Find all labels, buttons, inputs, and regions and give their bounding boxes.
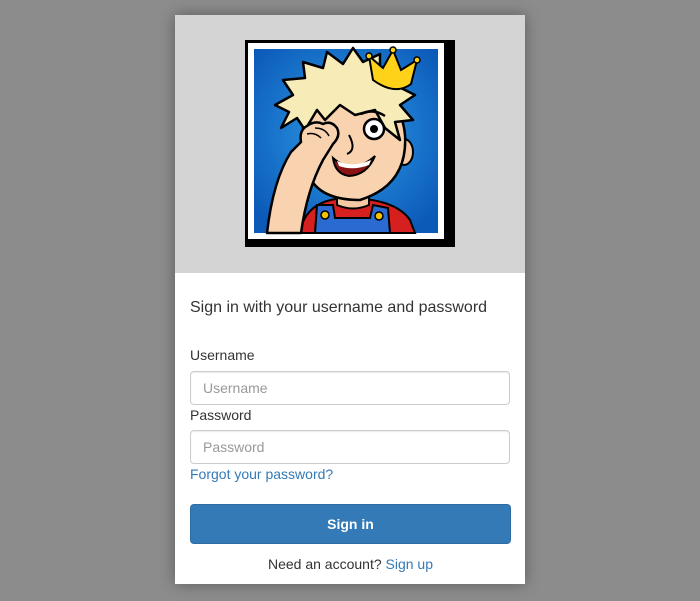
forgot-password-link[interactable]: Forgot your password? bbox=[190, 466, 333, 482]
sign-up-link[interactable]: Sign up bbox=[386, 556, 433, 572]
form-heading: Sign in with your username and password bbox=[190, 299, 488, 316]
logo-banner bbox=[175, 15, 525, 273]
username-label: Username bbox=[190, 347, 255, 363]
username-input[interactable] bbox=[190, 371, 510, 405]
sign-in-button[interactable]: Sign in bbox=[190, 504, 511, 544]
password-label: Password bbox=[190, 407, 252, 423]
login-card: Sign in with your username and password … bbox=[175, 15, 525, 584]
signup-row: Need an account? Sign up bbox=[190, 556, 511, 572]
signup-prompt: Need an account? bbox=[267, 556, 382, 572]
password-input[interactable] bbox=[190, 430, 510, 464]
avatar-logo bbox=[245, 40, 455, 247]
